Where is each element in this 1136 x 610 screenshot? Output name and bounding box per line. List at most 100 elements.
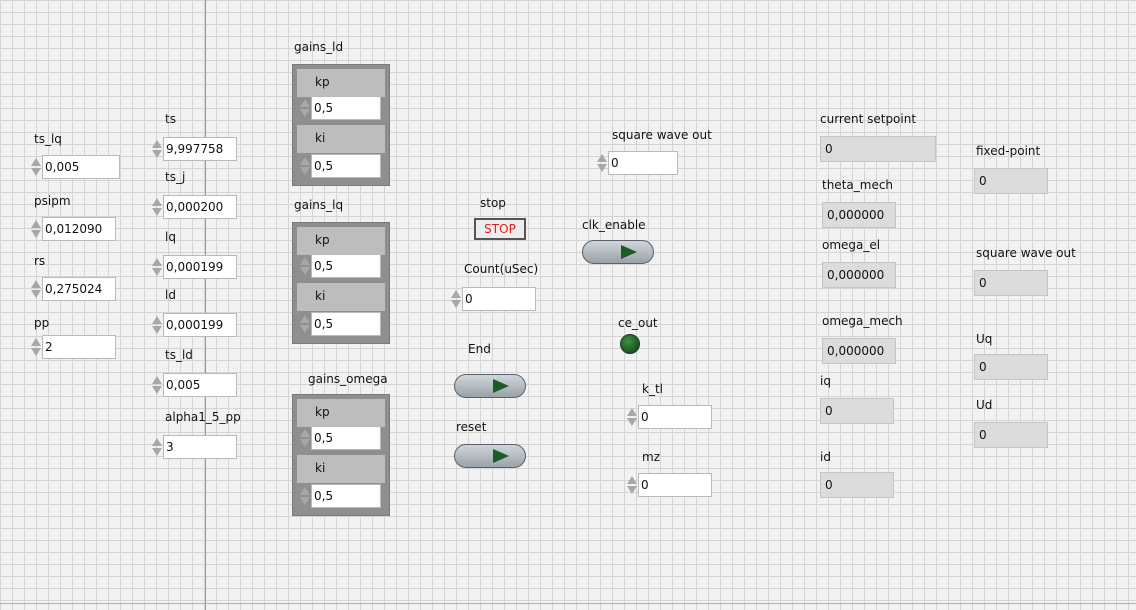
gains-lq-kp-control[interactable]: 0,5: [299, 253, 381, 279]
grid-divider-horizontal: [0, 603, 1136, 604]
ld-spinner[interactable]: [151, 313, 163, 337]
mz-label: mz: [642, 450, 660, 464]
gains-lq-kp-spinner[interactable]: [299, 254, 311, 278]
theta-mech-label: theta_mech: [822, 178, 894, 192]
psipm-input[interactable]: 0,012090: [42, 217, 116, 241]
current-setpoint-label: current setpoint: [820, 112, 917, 126]
square-wave-in-control[interactable]: 0: [596, 150, 678, 176]
gains-ld-ki-input[interactable]: 0,5: [311, 154, 381, 178]
current-setpoint-indicator: 0: [820, 136, 936, 162]
gains-ld-cluster: kp 0,5 ki 0,5: [292, 64, 390, 186]
count-control[interactable]: 0: [450, 286, 536, 312]
rs-control[interactable]: 0,275024: [30, 276, 116, 302]
psipm-label: psipm: [34, 194, 71, 208]
ts-j-input[interactable]: 0,000200: [163, 195, 237, 219]
gains-lq-ki-input[interactable]: 0,5: [311, 312, 381, 336]
ts-j-label: ts_j: [165, 170, 186, 184]
gains-lq-label: gains_lq: [294, 198, 344, 212]
gains-omega-ki-spinner[interactable]: [299, 484, 311, 508]
ts-spinner[interactable]: [151, 137, 163, 161]
k-tl-label: k_tl: [642, 382, 663, 396]
gains-ld-ki-control[interactable]: 0,5: [299, 153, 381, 179]
fixed-point-indicator: 0: [974, 168, 1048, 194]
clk-enable-button[interactable]: [582, 240, 654, 264]
gains-lq-ki-control[interactable]: 0,5: [299, 311, 381, 337]
pp-spinner[interactable]: [30, 335, 42, 359]
gains-omega-ki-header: ki: [297, 455, 385, 483]
gains-omega-kp-control[interactable]: 0,5: [299, 425, 381, 451]
psipm-control[interactable]: 0,012090: [30, 216, 116, 242]
k-tl-spinner[interactable]: [626, 405, 638, 429]
lq-spinner[interactable]: [151, 255, 163, 279]
square-wave-in-input[interactable]: 0: [608, 151, 678, 175]
ts-j-control[interactable]: 0,000200: [151, 194, 237, 220]
gains-ld-kp-spinner[interactable]: [299, 96, 311, 120]
gains-ld-ki-header: ki: [297, 125, 385, 153]
iq-indicator: 0: [820, 398, 894, 424]
iq-label: iq: [820, 374, 831, 388]
fixed-point-label: fixed-point: [976, 144, 1041, 158]
ts-ld-label: ts_ld: [165, 348, 193, 362]
ts-lq-control[interactable]: 0,005: [30, 154, 120, 180]
gains-omega-kp-input[interactable]: 0,5: [311, 426, 381, 450]
uq-label: Uq: [976, 332, 993, 346]
rs-input[interactable]: 0,275024: [42, 277, 116, 301]
gains-ld-ki-spinner[interactable]: [299, 154, 311, 178]
gains-omega-ki-control[interactable]: 0,5: [299, 483, 381, 509]
stop-button[interactable]: STOP: [474, 218, 526, 240]
gains-ld-kp-input[interactable]: 0,5: [311, 96, 381, 120]
gains-omega-label: gains_omega: [308, 372, 388, 386]
gains-omega-kp-spinner[interactable]: [299, 426, 311, 450]
ts-j-spinner[interactable]: [151, 195, 163, 219]
mz-control[interactable]: 0: [626, 472, 712, 498]
psipm-spinner[interactable]: [30, 217, 42, 241]
ts-ld-spinner[interactable]: [151, 373, 163, 397]
pp-input[interactable]: 2: [42, 335, 116, 359]
end-button[interactable]: [454, 374, 526, 398]
lq-label: lq: [165, 230, 176, 244]
k-tl-input[interactable]: 0: [638, 405, 712, 429]
ts-lq-input[interactable]: 0,005: [42, 155, 120, 179]
ts-ld-input[interactable]: 0,005: [163, 373, 237, 397]
ts-input[interactable]: 9,997758: [163, 137, 237, 161]
gains-ld-kp-header: kp: [297, 69, 385, 97]
ts-ld-control[interactable]: 0,005: [151, 372, 237, 398]
alpha-spinner[interactable]: [151, 435, 163, 459]
mz-input[interactable]: 0: [638, 473, 712, 497]
omega-mech-indicator: 0,000000: [822, 338, 896, 364]
alpha-control[interactable]: 3: [151, 434, 237, 460]
ld-input[interactable]: 0,000199: [163, 313, 237, 337]
square-wave-out-label: square wave out: [976, 246, 1076, 260]
gains-lq-kp-input[interactable]: 0,5: [311, 254, 381, 278]
uq-indicator: 0: [974, 354, 1048, 380]
omega-el-indicator: 0,000000: [822, 262, 896, 288]
gains-omega-ki-input[interactable]: 0,5: [311, 484, 381, 508]
square-wave-in-spinner[interactable]: [596, 151, 608, 175]
gains-omega-cluster: kp 0,5 ki 0,5: [292, 394, 390, 516]
ts-lq-spinner[interactable]: [30, 155, 42, 179]
gains-lq-ki-header: ki: [297, 283, 385, 311]
gains-lq-ki-spinner[interactable]: [299, 312, 311, 336]
id-label: id: [820, 450, 831, 464]
alpha-input[interactable]: 3: [163, 435, 237, 459]
ld-control[interactable]: 0,000199: [151, 312, 237, 338]
k-tl-control[interactable]: 0: [626, 404, 712, 430]
clk-enable-label: clk_enable: [582, 218, 646, 232]
alpha-label: alpha1_5_pp: [165, 410, 241, 424]
ts-control[interactable]: 9,997758: [151, 136, 237, 162]
mz-spinner[interactable]: [626, 473, 638, 497]
count-input[interactable]: 0: [462, 287, 536, 311]
count-spinner[interactable]: [450, 287, 462, 311]
lq-input[interactable]: 0,000199: [163, 255, 237, 279]
ce-out-label: ce_out: [618, 316, 658, 330]
reset-button[interactable]: [454, 444, 526, 468]
ld-label: ld: [165, 288, 176, 302]
lq-control[interactable]: 0,000199: [151, 254, 237, 280]
grid-divider-vertical: [205, 0, 206, 610]
ts-label: ts: [165, 112, 176, 126]
gains-omega-kp-header: kp: [297, 399, 385, 427]
rs-spinner[interactable]: [30, 277, 42, 301]
pp-control[interactable]: 2: [30, 334, 116, 360]
rs-label: rs: [34, 254, 46, 268]
gains-ld-kp-control[interactable]: 0,5: [299, 95, 381, 121]
